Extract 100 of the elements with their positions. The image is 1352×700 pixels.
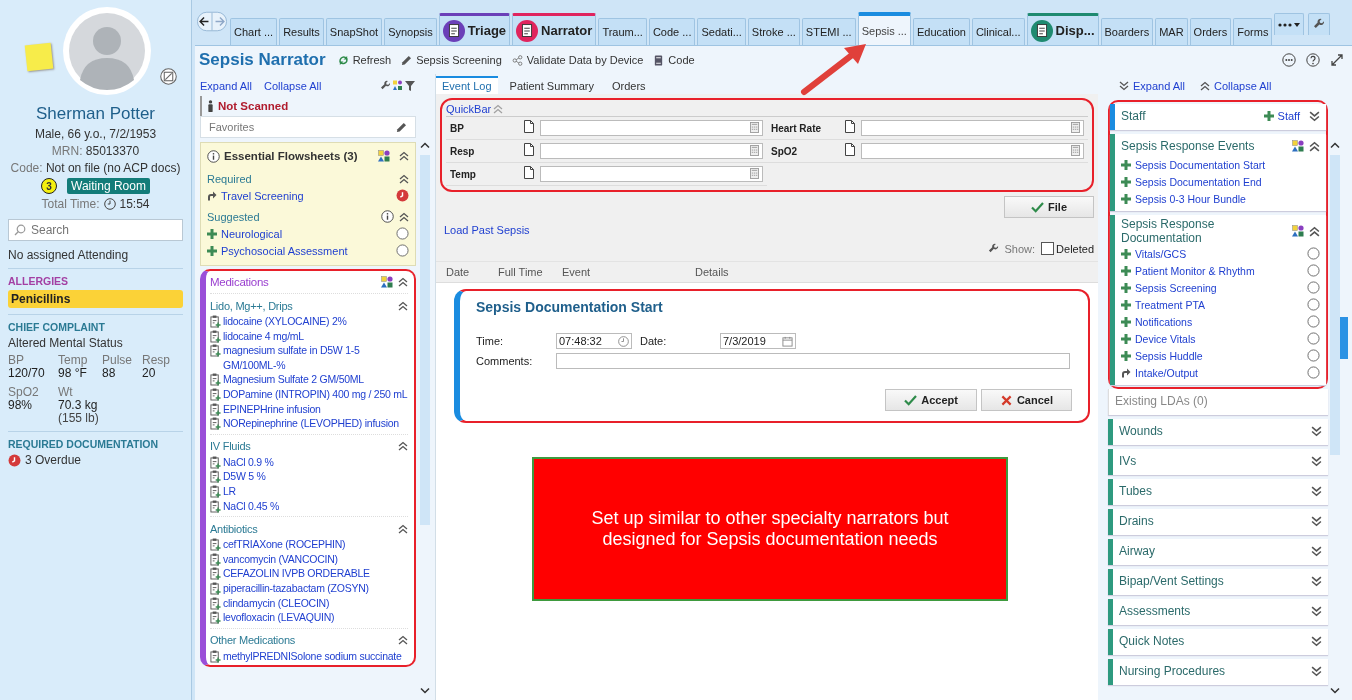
tab[interactable]: Boarders <box>1100 18 1154 45</box>
medication-link[interactable]: cefTRIAXone (ROCEPHIN) <box>223 537 346 552</box>
form-link[interactable]: Vitals/GCS <box>1135 247 1187 260</box>
tab[interactable]: Event Log <box>436 76 498 94</box>
vital-label: Temp <box>58 354 89 367</box>
code-label: Code: <box>10 161 43 175</box>
search-field[interactable]: Search <box>8 219 183 241</box>
medication-link[interactable]: vancomycin (VANCOCIN) <box>223 551 338 567</box>
form-link[interactable]: Sepsis Documentation End <box>1135 175 1262 188</box>
medication-link[interactable]: lidocaine 4 mg/mL <box>223 328 304 344</box>
overdue-count[interactable]: 3 Overdue <box>25 453 82 467</box>
form-link[interactable]: Sepsis Huddle <box>1135 349 1203 362</box>
medication-link[interactable]: piperacillin-tazabactam (ZOSYN) <box>223 580 369 596</box>
tab[interactable]: Disp... <box>1026 13 1099 45</box>
medication-link[interactable]: EPINEPHrine infusion <box>223 401 321 417</box>
toolbar-action[interactable]: Code <box>653 54 695 66</box>
tab[interactable]: Orders <box>605 78 652 94</box>
load-past-sepsis-link[interactable]: Load Past Sepsis <box>444 224 1090 236</box>
form-link[interactable]: Sepsis Documentation Start <box>1135 158 1266 171</box>
expand-all-link[interactable]: Expand All <box>200 80 252 92</box>
tab[interactable]: Traum... <box>598 18 647 45</box>
tab[interactable]: Sepsis ... <box>857 12 911 45</box>
location-badge: Waiting Room <box>67 178 150 194</box>
accept-button[interactable]: Accept <box>885 389 977 411</box>
form-link[interactable]: Notifications <box>1135 315 1193 328</box>
flowsheet-link[interactable]: Travel Screening <box>221 189 304 202</box>
medication-link[interactable]: levofloxacin (LEVAQUIN) <box>223 610 335 625</box>
section-title[interactable]: Quick Notes <box>1119 634 1185 648</box>
tab[interactable]: Patient Summary <box>503 78 600 94</box>
form-link[interactable]: Device Vitals <box>1135 332 1196 345</box>
collapse-all-link[interactable]: Collapse All <box>1214 80 1272 92</box>
tab[interactable]: SnapShot <box>325 18 383 45</box>
field-label: Time: <box>476 335 505 347</box>
medication-link[interactable]: clindamycin (CLEOCIN) <box>223 595 330 611</box>
group-title: IV Fluids <box>210 440 251 453</box>
section-title[interactable]: Sepsis Response Documentation <box>1121 217 1292 245</box>
time-field[interactable]: 07:48:32 <box>556 333 632 349</box>
tab[interactable]: Triage <box>438 13 511 45</box>
file-button[interactable]: File <box>1004 196 1094 218</box>
section-title[interactable]: Airway <box>1119 544 1155 558</box>
form-link[interactable]: Sepsis 0-3 Hour Bundle <box>1135 192 1246 205</box>
medication-link[interactable]: magnesium sulfate in D5W 1-5 GM/100ML-% <box>223 343 408 373</box>
tab[interactable]: Synopsis <box>384 18 437 45</box>
section-title[interactable]: Drains <box>1119 514 1154 528</box>
expand-all-link[interactable]: Expand All <box>1133 80 1185 92</box>
section-title[interactable]: Nursing Procedures <box>1119 664 1226 678</box>
vital-value: 88 <box>102 367 117 380</box>
medication-link[interactable]: CEFAZOLIN IVPB ORDERABLE <box>223 566 370 581</box>
tab[interactable]: STEMI ... <box>801 18 856 45</box>
medication-link[interactable]: NaCl 0.9 % <box>223 454 274 470</box>
section-title[interactable]: Sepsis Response Events <box>1121 139 1255 153</box>
favorites-bar[interactable]: Favorites <box>200 116 416 138</box>
tab[interactable]: Results <box>279 18 324 45</box>
tab[interactable]: Sedati... <box>697 18 746 45</box>
section-title[interactable]: IVs <box>1119 454 1137 468</box>
toolbar-action[interactable]: Validate Data by Device <box>511 54 644 66</box>
flowsheet-link[interactable]: Neurological <box>221 227 283 240</box>
deleted-checkbox[interactable]: Deleted <box>1041 242 1094 255</box>
vital-value: 120/70 <box>8 367 46 380</box>
form-link[interactable]: Intake/Output <box>1135 366 1199 379</box>
medication-link[interactable]: NORepinephrine (LEVOPHED) infusion <box>223 416 399 431</box>
toolbar-action[interactable]: Refresh <box>337 54 392 66</box>
field-label: Temp <box>450 168 477 180</box>
tab[interactable]: Stroke ... <box>747 18 800 45</box>
section-title[interactable]: Existing LDAs (0) <box>1115 394 1208 408</box>
tab[interactable]: MAR <box>1155 18 1188 45</box>
tab[interactable]: Forms <box>1233 18 1273 45</box>
section-title[interactable]: Staff <box>1121 109 1146 123</box>
tab[interactable]: Narrator <box>512 13 597 45</box>
event-title: Sepsis Documentation Start <box>476 299 664 315</box>
quickbar-title[interactable]: QuickBar <box>446 103 492 115</box>
form-link[interactable]: Patient Monitor & Rhythm <box>1135 264 1255 277</box>
medication-link[interactable]: lidocaine (XYLOCAINE) 2% <box>223 314 347 329</box>
medication-link[interactable]: methylPREDNISolone sodium succinate <box>223 648 402 664</box>
medication-link[interactable]: Magnesium Sulfate 2 GM/50ML <box>223 372 364 387</box>
section-title[interactable]: Wounds <box>1119 424 1163 438</box>
tab[interactable]: Code ... <box>648 18 696 45</box>
medication-link[interactable]: DOPamine (INTROPIN) 400 mg / 250 mL <box>223 386 408 402</box>
medication-link[interactable]: NaCl 0.45 % <box>223 498 280 514</box>
medication-link[interactable]: LR <box>223 483 236 499</box>
cancel-button[interactable]: Cancel <box>980 389 1072 411</box>
column-header[interactable]: Details <box>695 266 729 278</box>
column-header[interactable]: Full Time <box>498 266 562 278</box>
column-header[interactable]: Date <box>446 266 498 278</box>
date-field[interactable]: 7/3/2019 <box>720 333 796 349</box>
section-title[interactable]: Assessments <box>1119 604 1191 618</box>
add-staff-link[interactable]: Staff <box>1277 110 1300 122</box>
medication-link[interactable]: D5W 5 % <box>223 469 266 484</box>
flowsheet-link[interactable]: Psychosocial Assessment <box>221 244 348 257</box>
section-title[interactable]: Tubes <box>1119 484 1152 498</box>
collapse-all-link[interactable]: Collapse All <box>264 80 322 92</box>
column-header[interactable]: Event <box>562 266 695 278</box>
tab[interactable]: Education <box>912 18 970 45</box>
section-title[interactable]: Bipap/Vent Settings <box>1119 574 1224 588</box>
toolbar-action[interactable]: Sepsis Screening <box>401 54 502 66</box>
tab[interactable]: Orders <box>1189 18 1232 45</box>
tab[interactable]: Chart ... <box>230 18 278 45</box>
form-link[interactable]: Treatment PTA <box>1135 298 1206 311</box>
tab[interactable]: Clinical... <box>971 18 1025 45</box>
form-link[interactable]: Sepsis Screening <box>1135 281 1217 294</box>
